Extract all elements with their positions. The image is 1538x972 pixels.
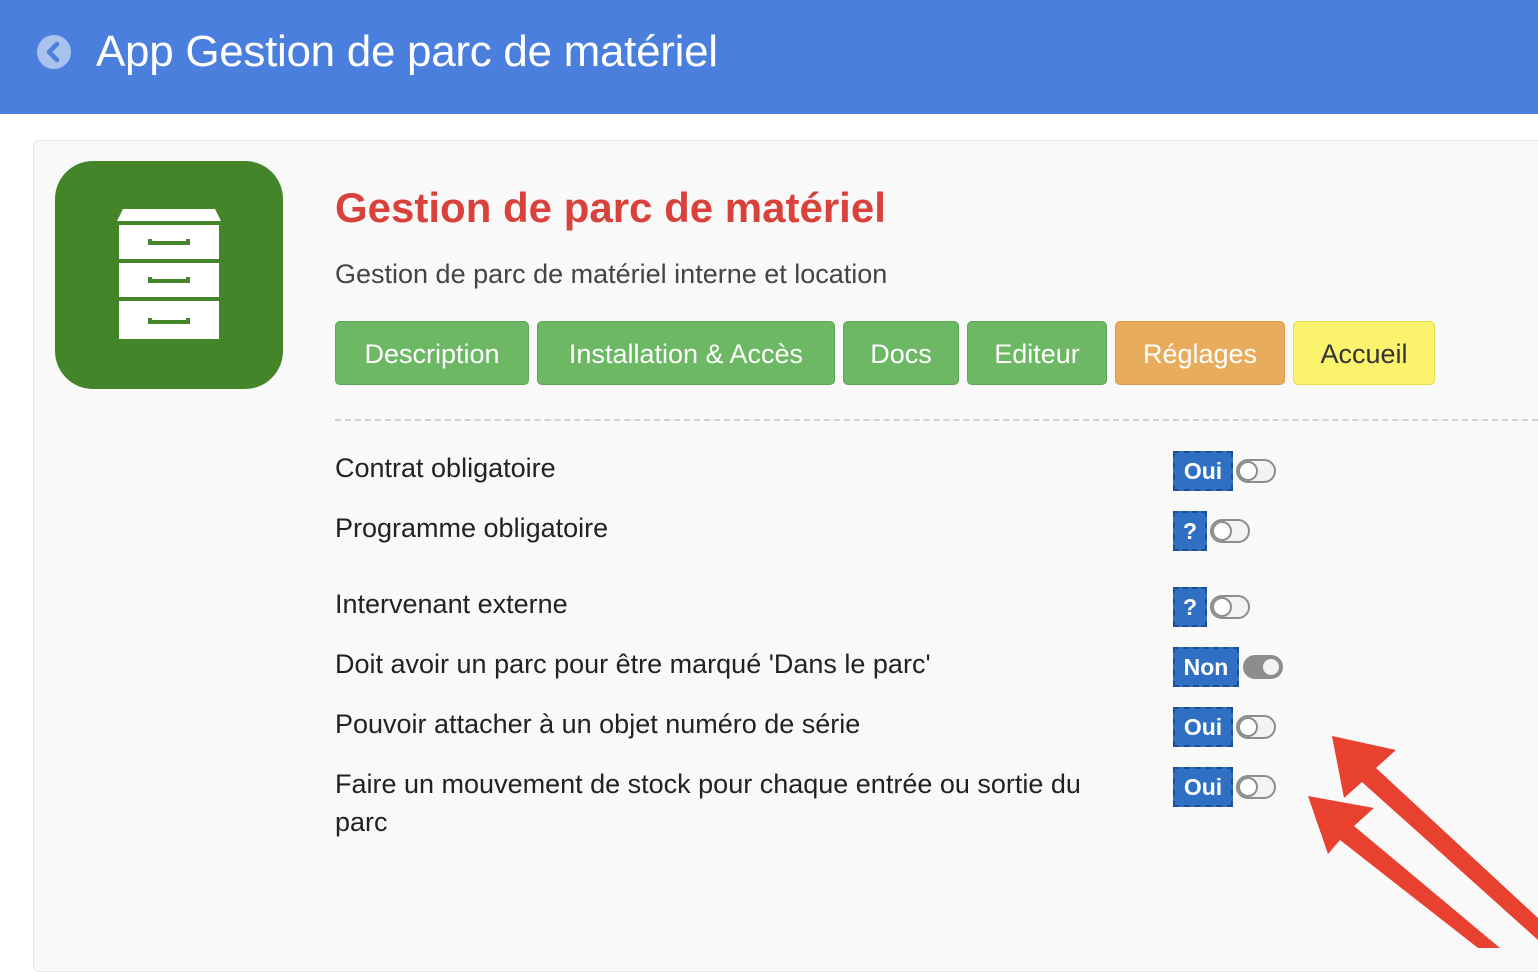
filing-cabinet-icon <box>117 209 221 339</box>
toggle-intervenant[interactable] <box>1210 595 1250 619</box>
status-badge: Oui <box>1173 767 1233 807</box>
tab-installation-acces[interactable]: Installation & Accès <box>537 321 835 385</box>
status-badge: Oui <box>1173 451 1233 491</box>
tab-description[interactable]: Description <box>335 321 529 385</box>
section-divider <box>335 419 1538 421</box>
tab-docs[interactable]: Docs <box>843 321 959 385</box>
status-badge: ? <box>1173 511 1207 551</box>
setting-label-intervenant: Intervenant externe <box>335 589 568 619</box>
setting-label-contrat: Contrat obligatoire <box>335 453 556 483</box>
annotation-arrows <box>1308 736 1538 948</box>
tab-accueil[interactable]: Accueil <box>1293 321 1435 385</box>
status-badge: Oui <box>1173 707 1233 747</box>
setting-label-numero-serie: Pouvoir attacher à un objet numéro de sé… <box>335 709 861 739</box>
module-subtitle: Gestion de parc de matériel interne et l… <box>335 259 888 289</box>
toggle-dans-le-parc[interactable] <box>1243 655 1283 679</box>
module-title: Gestion de parc de matériel <box>335 184 886 231</box>
status-badge: Non <box>1173 647 1239 687</box>
tab-editeur[interactable]: Editeur <box>967 321 1107 385</box>
toggle-contrat[interactable] <box>1236 459 1276 483</box>
toggle-numero-serie[interactable] <box>1236 715 1276 739</box>
toggle-mouvement-stock[interactable] <box>1236 775 1276 799</box>
setting-label-mouvement-stock: Faire un mouvement de stock pour chaque … <box>335 769 1081 837</box>
status-badge: ? <box>1173 587 1207 627</box>
setting-label-dans-le-parc: Doit avoir un parc pour être marqué 'Dan… <box>335 649 931 679</box>
tab-reglages[interactable]: Réglages <box>1115 321 1285 385</box>
top-bar: App Gestion de parc de matériel <box>0 0 1538 114</box>
app-logo <box>55 161 283 389</box>
back-icon[interactable] <box>36 34 72 70</box>
toggle-programme[interactable] <box>1210 519 1250 543</box>
app-title: App Gestion de parc de matériel <box>96 27 718 76</box>
setting-label-programme: Programme obligatoire <box>335 513 609 543</box>
arrow-pointer-icon <box>1308 736 1538 948</box>
